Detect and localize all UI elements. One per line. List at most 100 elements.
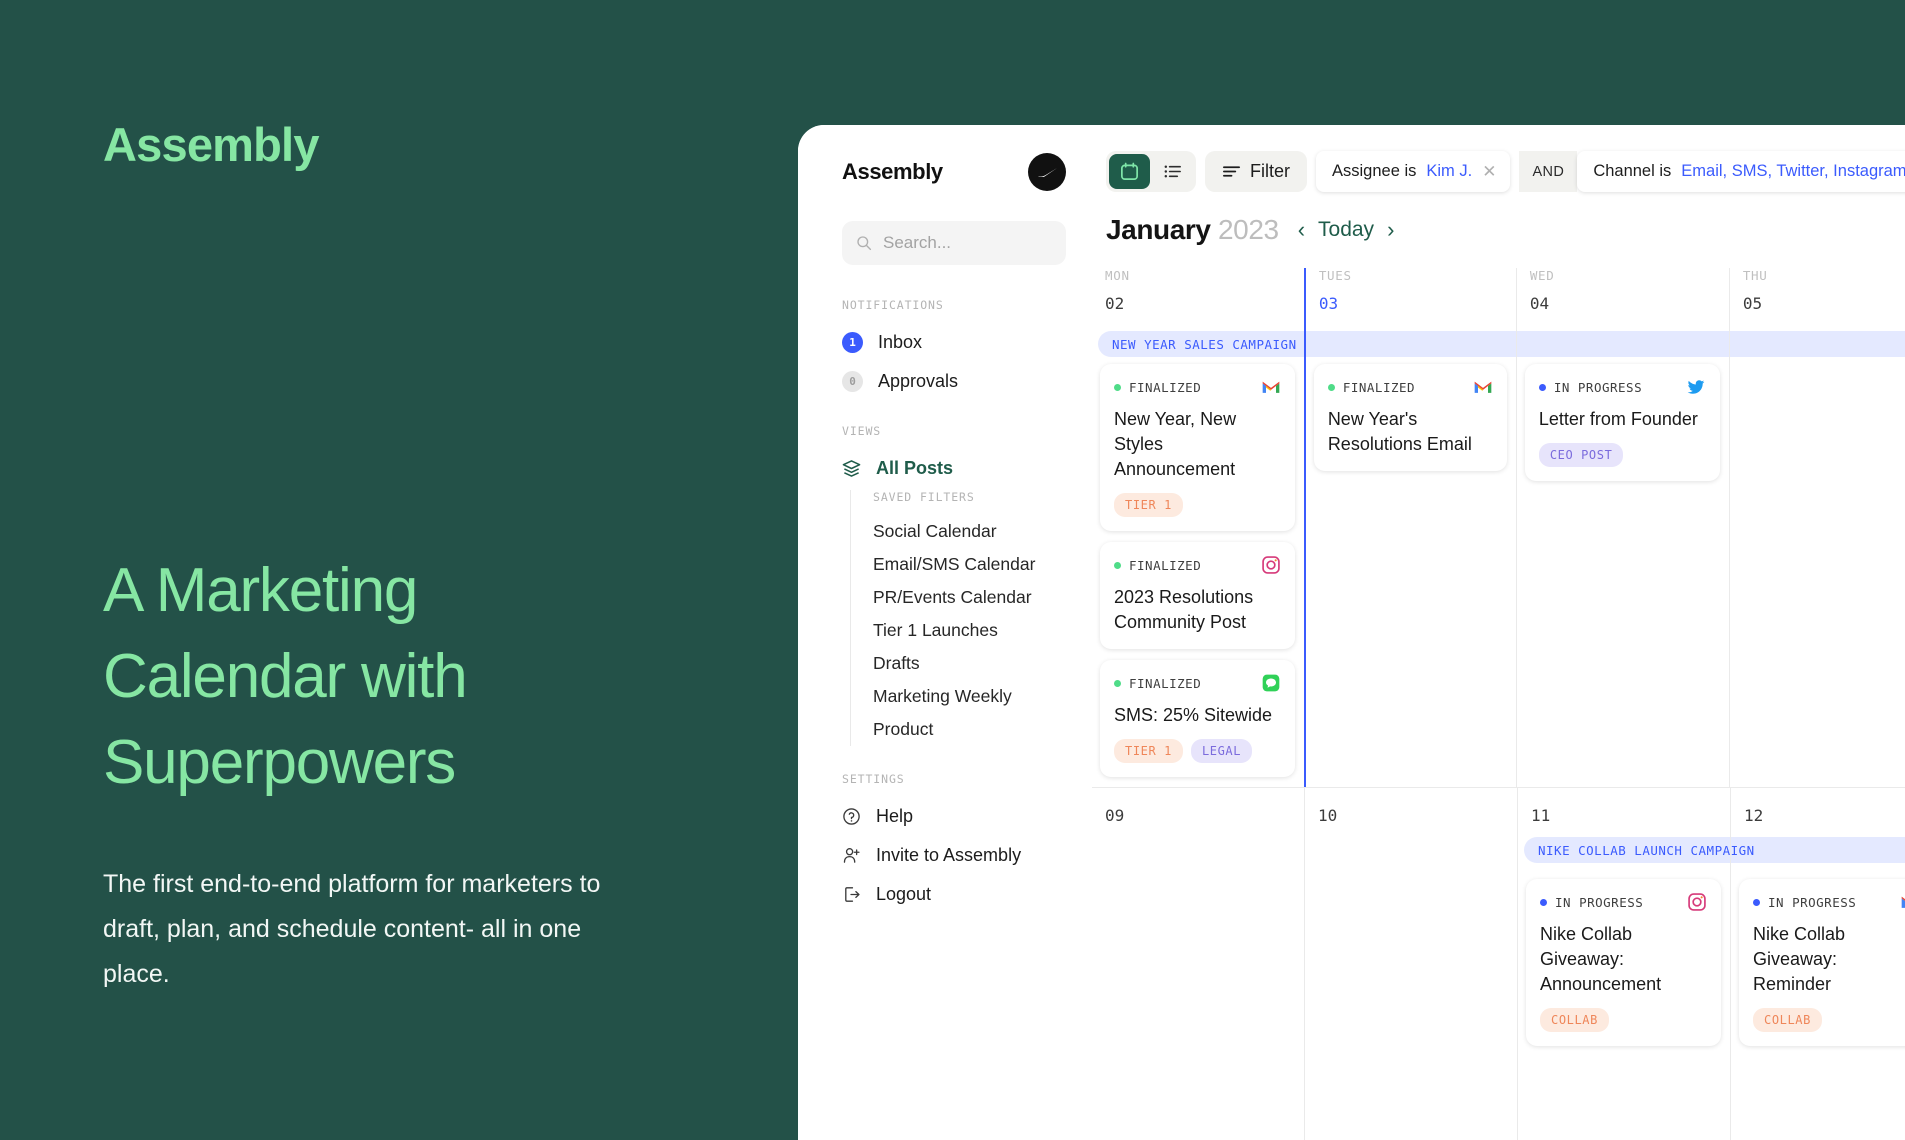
filter-chip-assignee[interactable]: Assignee is Kim J. ✕ <box>1316 151 1511 192</box>
event-title: Letter from Founder <box>1538 409 1698 429</box>
notifications-group: NOTIFICATIONS 1 Inbox 0 Approvals <box>842 298 1066 398</box>
event-tags: COLLAB <box>1753 1008 1905 1032</box>
filter-chip-value: Kim J. <box>1426 162 1473 180</box>
status-label: FINALIZED <box>1129 557 1202 573</box>
notifications-label: NOTIFICATIONS <box>842 298 944 312</box>
status-dot-icon <box>1114 561 1121 569</box>
person-plus-icon <box>843 847 860 863</box>
filter-chip-value: Email, SMS, Twitter, Instagram <box>1681 162 1905 180</box>
event-tags: COLLAB <box>1540 1008 1707 1032</box>
list-view-button[interactable] <box>1152 154 1193 189</box>
event-title: Nike Collab Giveaway: Announcement <box>1540 924 1662 994</box>
sidebar-item-drafts[interactable]: Drafts <box>873 647 1066 680</box>
event-card-header: FINALIZED <box>1114 377 1281 397</box>
day-cell[interactable]: IN PROGRESS Nike Collab Giveaway: Remind… <box>1731 825 1905 1140</box>
calendar-week: NEW YEAR SALES CAMPAIGN MON 02 FINALIZED <box>1092 268 1905 787</box>
status-badge: FINALIZED <box>1114 558 1201 573</box>
today-button[interactable]: Today <box>1318 218 1374 242</box>
sidebar-item-all-posts[interactable]: All Posts <box>842 451 1066 485</box>
status-label: IN PROGRESS <box>1553 379 1643 395</box>
day-cell[interactable] <box>1730 313 1905 787</box>
event-title: SMS: 25% Sitewide <box>1114 705 1273 725</box>
day-number: 02 <box>1105 294 1125 313</box>
status-badge: IN PROGRESS <box>1540 895 1643 910</box>
calendar-nav: ‹ Today › <box>1298 218 1395 242</box>
close-icon[interactable]: ✕ <box>1482 162 1496 182</box>
calendar-year: 2023 <box>1217 214 1279 245</box>
status-badge: FINALIZED <box>1327 380 1415 395</box>
sidebar-item-social-calendar[interactable]: Social Calendar <box>873 515 1066 548</box>
day-number: 04 <box>1529 294 1550 313</box>
brand-logo: Assembly <box>103 118 319 171</box>
sidebar-item-marketing-weekly[interactable]: Marketing Weekly <box>873 680 1066 713</box>
calendar-view-button[interactable] <box>1109 154 1150 189</box>
event-card[interactable]: FINALIZED 2023 Resolutions Community Pos… <box>1100 542 1295 649</box>
event-card[interactable]: FINALIZED SMS: 25% Sitewide TIER 1 LEGAL <box>1100 660 1295 777</box>
event-card[interactable]: IN PROGRESS Nike Collab Giveaway: Announ… <box>1526 879 1721 1046</box>
sidebar-item-inbox[interactable]: 1 Inbox <box>842 325 1066 359</box>
sidebar-header: Assembly <box>842 153 1066 191</box>
search-input[interactable] <box>883 233 1104 253</box>
calendar-day-column: 12 IN PROGRESS Nike Collab Giveaway: Rem… <box>1731 788 1905 1140</box>
sidebar-item-pr-events-calendar[interactable]: PR/Events Calendar <box>873 581 1066 614</box>
settings-group: SETTINGS Help Invite to Assembly Logout <box>842 772 1066 911</box>
sidebar-item-label: Approvals <box>878 370 959 391</box>
status-label: FINALIZED <box>1129 675 1202 691</box>
event-title: New Year, New Styles Announcement <box>1114 409 1237 479</box>
calendar-day-column: 11 IN PROGRESS Nike Collab Giveaway: Ann… <box>1518 788 1731 1140</box>
avatar[interactable] <box>1028 153 1066 191</box>
main-panel: Filter Assignee is Kim J. ✕ AND Channel … <box>1092 125 1905 1140</box>
tag: TIER 1 <box>1114 739 1183 763</box>
calendar-day-column: THU 05 <box>1730 268 1905 787</box>
search-icon <box>857 236 872 251</box>
filter-button[interactable]: Filter <box>1205 151 1307 192</box>
day-cell[interactable]: IN PROGRESS Letter from Founder CEO POST <box>1517 313 1729 787</box>
event-card[interactable]: FINALIZED New Year's Resolutions Email <box>1313 364 1507 471</box>
saved-filters-label: SAVED FILTERS <box>873 490 975 504</box>
sidebar-brand: Assembly <box>842 159 943 184</box>
status-dot-icon <box>1327 383 1335 391</box>
chevron-right-icon[interactable]: › <box>1387 219 1394 241</box>
status-badge: IN PROGRESS <box>1538 379 1643 395</box>
day-of-week-label: THU <box>1742 268 1768 283</box>
sidebar-item-tier-1-launches[interactable]: Tier 1 Launches <box>873 614 1066 647</box>
status-dot-icon <box>1538 383 1546 391</box>
sidebar-item-help[interactable]: Help <box>842 799 1066 833</box>
day-cell[interactable] <box>1092 825 1304 1140</box>
sidebar-item-invite[interactable]: Invite to Assembly <box>842 838 1066 872</box>
event-tags: CEO POST <box>1538 443 1706 467</box>
event-card[interactable]: FINALIZED New Year, New Styles Announcem… <box>1100 364 1295 531</box>
event-card[interactable]: IN PROGRESS Letter from Founder CEO POST <box>1524 364 1720 481</box>
event-tags: TIER 1 <box>1114 493 1281 517</box>
view-toggle <box>1106 151 1196 192</box>
sidebar-item-product[interactable]: Product <box>873 713 1066 746</box>
nike-swoosh-icon <box>1037 167 1058 177</box>
chevron-left-icon[interactable]: ‹ <box>1298 219 1305 241</box>
gmail-icon <box>1262 381 1280 393</box>
status-dot-icon <box>1540 898 1547 906</box>
search-box[interactable]: ⌘+K <box>842 221 1147 265</box>
filter-chip-channel[interactable]: Channel is Email, SMS, Twitter, Instagra… <box>1577 151 1905 192</box>
sidebar-item-email-sms-calendar[interactable]: Email/SMS Calendar <box>873 548 1066 581</box>
event-card[interactable]: IN PROGRESS Nike Collab Giveaway: Remind… <box>1739 879 1905 1046</box>
sidebar: Assembly ⌘+K NOTIFICATIONS 1 Inbox 0 <box>798 125 1147 1140</box>
filter-button-label: Filter <box>1250 161 1290 181</box>
sidebar-item-logout[interactable]: Logout <box>842 877 1066 911</box>
event-card-header: IN PROGRESS <box>1753 892 1905 912</box>
toolbar: Filter Assignee is Kim J. ✕ AND Channel … <box>1092 125 1905 192</box>
event-card-header: FINALIZED <box>1114 555 1281 575</box>
day-of-week-label: TUES <box>1318 268 1352 283</box>
day-cell[interactable]: IN PROGRESS Nike Collab Giveaway: Announ… <box>1518 825 1730 1140</box>
day-cell[interactable]: FINALIZED New Year's Resolutions Email <box>1306 313 1516 787</box>
day-of-week-label: WED <box>1529 268 1555 283</box>
sidebar-item-label: All Posts <box>876 457 954 478</box>
sidebar-item-approvals[interactable]: 0 Approvals <box>842 364 1066 398</box>
day-cell[interactable] <box>1305 825 1517 1140</box>
day-cell[interactable]: FINALIZED New Year, New Styles Announcem… <box>1092 313 1304 787</box>
app-window: Assembly ⌘+K NOTIFICATIONS 1 Inbox 0 <box>798 125 1905 1140</box>
event-title: 2023 Resolutions Community Post <box>1114 587 1254 632</box>
status-dot-icon <box>1114 679 1121 687</box>
day-of-week-label: MON <box>1105 268 1130 283</box>
sms-icon <box>1262 674 1280 692</box>
status-label: FINALIZED <box>1129 379 1202 395</box>
